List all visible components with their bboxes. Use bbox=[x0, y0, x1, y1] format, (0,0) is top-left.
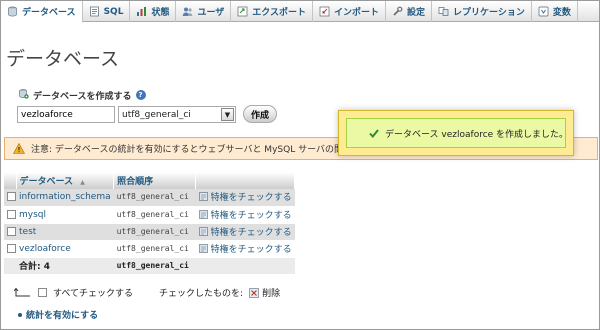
check-privileges-link[interactable]: 特権をチェックする bbox=[198, 208, 292, 221]
tab-settings[interactable]: 設定 bbox=[386, 1, 433, 22]
privileges-icon bbox=[198, 243, 208, 253]
privileges-icon bbox=[198, 209, 208, 219]
privileges-icon bbox=[198, 226, 208, 236]
database-name-link[interactable]: mysql bbox=[19, 210, 46, 220]
check-all-label[interactable]: すべてチェックする bbox=[53, 286, 133, 299]
table-row: test utf8_general_ci 特権をチェックする bbox=[4, 223, 295, 241]
success-message-box: データベース vezloaforce を作成しました。 bbox=[346, 118, 569, 148]
enable-statistics-link[interactable]: 統計を有効にする bbox=[18, 308, 98, 321]
new-database-icon bbox=[18, 88, 29, 102]
tab-sql[interactable]: SQL bbox=[83, 1, 131, 22]
success-message: データベース vezloaforce を作成しました。 bbox=[385, 129, 569, 140]
database-name-link[interactable]: information_schema bbox=[19, 192, 111, 202]
tab-label: 状態 bbox=[151, 8, 170, 18]
check-icon bbox=[369, 128, 379, 138]
collation-select[interactable]: utf8_general_ci ▼ bbox=[118, 106, 236, 123]
privileges-icon bbox=[198, 192, 208, 202]
warning-icon bbox=[13, 143, 25, 154]
export-icon bbox=[237, 6, 248, 17]
row-checkbox[interactable] bbox=[7, 226, 16, 236]
help-icon[interactable]: ? bbox=[135, 90, 146, 100]
table-row: information_schema utf8_general_ci 特権をチェ… bbox=[4, 189, 295, 207]
tab-databases[interactable]: データベース bbox=[1, 1, 83, 23]
row-collation: utf8_general_ci bbox=[116, 243, 189, 253]
create-button[interactable]: 作成 bbox=[243, 105, 278, 123]
footer-collation: utf8_general_ci bbox=[116, 260, 189, 270]
row-checkbox[interactable] bbox=[7, 243, 16, 253]
tab-import[interactable]: インポート bbox=[313, 1, 387, 22]
bullet-icon bbox=[18, 312, 22, 317]
action-column-header bbox=[195, 172, 296, 189]
with-selected-label: チェックしたものを: bbox=[159, 289, 244, 299]
tab-variables[interactable]: 変数 bbox=[532, 1, 578, 22]
create-database-label: データベースを作成する bbox=[33, 91, 132, 102]
check-privileges-link[interactable]: 特権をチェックする bbox=[198, 225, 292, 238]
sql-icon bbox=[89, 6, 100, 17]
tab-label: レプリケーション bbox=[453, 8, 525, 18]
bulk-actions: すべてチェックする チェックしたものを: 削除 bbox=[14, 286, 280, 299]
collation-column-header: 照合順序 bbox=[113, 172, 197, 189]
page-title: データベース bbox=[6, 48, 120, 70]
check-privileges-link[interactable]: 特権をチェックする bbox=[198, 242, 292, 255]
check-all-checkbox[interactable] bbox=[38, 288, 47, 297]
sort-ascending-icon: ▲ bbox=[80, 179, 85, 186]
top-tab-bar: データベース SQL 状態 ユーザ エクスポート インポート 設定 レプリケーシ… bbox=[1, 1, 599, 23]
tab-label: 変数 bbox=[552, 8, 571, 18]
tab-replication[interactable]: レプリケーション bbox=[432, 1, 532, 22]
row-collation: utf8_general_ci bbox=[116, 226, 189, 236]
replication-icon bbox=[438, 6, 449, 17]
delete-icon bbox=[249, 287, 259, 298]
delete-button[interactable]: 削除 bbox=[249, 286, 280, 299]
status-icon bbox=[136, 6, 147, 17]
users-icon bbox=[182, 6, 193, 17]
database-name-link[interactable]: vezloaforce bbox=[19, 244, 71, 254]
table-footer-row: 合計: 4 utf8_general_ci bbox=[4, 257, 295, 274]
database-icon bbox=[7, 6, 18, 17]
row-checkbox[interactable] bbox=[7, 209, 16, 219]
wrench-icon bbox=[392, 6, 403, 17]
database-column-header[interactable]: データベース ▲ bbox=[16, 172, 115, 189]
notice-text: 注意: データベースの統計を有効にするとウェブサーバと MySQL サーバの間の… bbox=[31, 145, 370, 155]
row-checkbox[interactable] bbox=[7, 192, 16, 202]
collation-selected-value: utf8_general_ci bbox=[122, 109, 191, 120]
chevron-down-icon[interactable]: ▼ bbox=[221, 108, 234, 121]
database-table: データベース ▲ 照合順序 information_schema utf8_ge… bbox=[4, 172, 296, 274]
tab-label: エクスポート bbox=[252, 8, 307, 18]
total-count: 合計: 4 bbox=[16, 257, 114, 274]
row-collation: utf8_general_ci bbox=[116, 192, 189, 202]
tab-label: インポート bbox=[334, 8, 380, 18]
tab-label: 設定 bbox=[407, 8, 426, 18]
table-row: vezloaforce utf8_general_ci 特権をチェックする bbox=[4, 240, 295, 258]
tab-status[interactable]: 状態 bbox=[130, 1, 177, 22]
check-privileges-link[interactable]: 特権をチェックする bbox=[198, 190, 292, 203]
database-name-link[interactable]: test bbox=[19, 227, 36, 237]
row-collation: utf8_general_ci bbox=[116, 209, 189, 219]
select-column-header bbox=[4, 172, 17, 189]
variables-icon bbox=[538, 6, 549, 17]
table-row: mysql utf8_general_ci 特権をチェックする bbox=[4, 206, 295, 224]
tab-label: ユーザ bbox=[197, 8, 225, 18]
arrow-up-left-icon bbox=[14, 287, 30, 296]
tab-label: SQL bbox=[103, 6, 124, 17]
database-name-input[interactable] bbox=[17, 106, 115, 123]
tab-export[interactable]: エクスポート bbox=[231, 1, 314, 22]
import-icon bbox=[319, 6, 330, 17]
success-popup: データベース vezloaforce を作成しました。 bbox=[338, 110, 574, 156]
tab-users[interactable]: ユーザ bbox=[176, 1, 232, 22]
create-database-heading: データベースを作成する ? bbox=[18, 88, 146, 102]
tab-label: データベース bbox=[22, 8, 76, 18]
